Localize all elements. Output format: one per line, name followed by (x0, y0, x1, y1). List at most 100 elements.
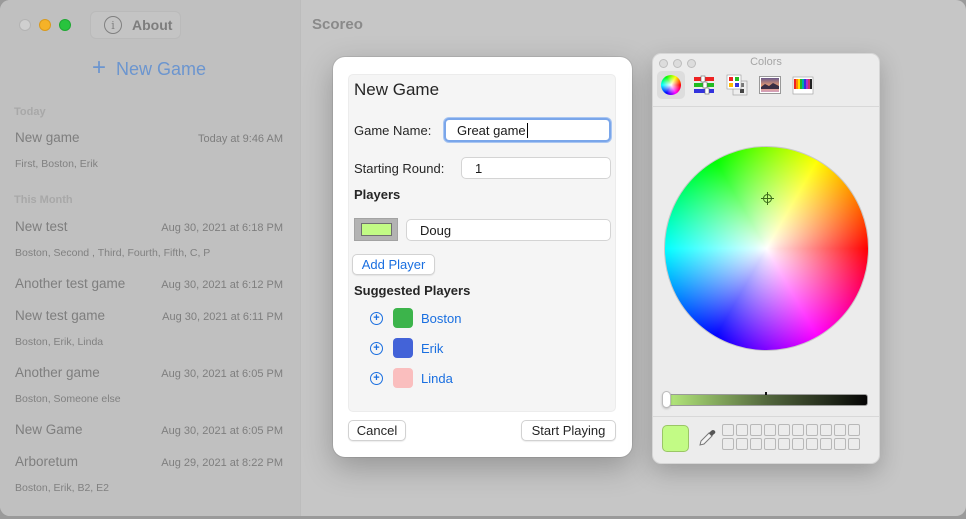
game-date: Aug 30, 2021 at 6:12 PM (161, 279, 283, 291)
starting-round-input[interactable]: 1 (461, 157, 611, 179)
divider (653, 416, 879, 417)
suggested-player-row[interactable]: + Erik (370, 338, 443, 358)
game-title: Arboretum (15, 454, 79, 469)
zoom-button[interactable] (59, 19, 71, 31)
eyedropper-icon[interactable] (697, 428, 717, 448)
color-wheel[interactable] (664, 146, 869, 351)
close-button[interactable] (19, 19, 31, 31)
minimize-button[interactable] (39, 19, 51, 31)
add-circle-icon[interactable]: + (370, 371, 383, 385)
suggested-player-row[interactable]: + Linda (370, 368, 453, 388)
game-title: Another test game (15, 276, 126, 291)
game-title: New game (15, 130, 80, 145)
crosshair-icon[interactable] (761, 192, 774, 205)
swatch-slot[interactable] (736, 424, 748, 436)
swatch-slot[interactable] (750, 438, 762, 450)
sidebar-divider (300, 0, 301, 516)
saved-swatches (722, 424, 860, 450)
game-list-item[interactable]: Another test game Aug 30, 2021 at 6:12 P… (15, 276, 283, 291)
starting-round-label: Starting Round: (354, 161, 445, 176)
game-date: Aug 30, 2021 at 6:05 PM (161, 368, 283, 380)
game-name-value: Great game (457, 122, 526, 138)
color-wheel-icon (661, 75, 681, 95)
game-date: Today at 9:46 AM (198, 133, 283, 145)
brightness-slider[interactable] (666, 394, 868, 406)
game-date: Aug 30, 2021 at 6:18 PM (161, 222, 283, 234)
game-name-input[interactable]: Great game (444, 118, 611, 142)
game-list-item[interactable]: New test Aug 30, 2021 at 6:18 PM Boston,… (15, 219, 283, 259)
app-title: Scoreo (312, 16, 363, 33)
player-color-swatch (360, 223, 392, 236)
game-title: New test game (15, 308, 106, 323)
game-players: First, Boston, Erik (15, 158, 98, 170)
start-playing-button[interactable]: Start Playing (521, 420, 616, 441)
pencils-tab[interactable] (789, 71, 817, 99)
swatch-slot[interactable] (736, 438, 748, 450)
divider (653, 106, 879, 107)
suggested-player-name[interactable]: Erik (421, 341, 443, 356)
new-game-sheet: New Game Game Name: Great game Starting … (333, 57, 632, 457)
pencils-icon (792, 76, 814, 95)
image-icon (759, 76, 781, 94)
swatch-slot[interactable] (722, 438, 734, 450)
add-circle-icon[interactable]: + (370, 341, 383, 355)
cancel-button[interactable]: Cancel (348, 420, 406, 441)
swatch-slot[interactable] (806, 438, 818, 450)
swatch-slot[interactable] (778, 438, 790, 450)
suggested-player-row[interactable]: + Boston (370, 308, 461, 328)
section-label-this-month: This Month (14, 194, 73, 206)
swatch-slot[interactable] (778, 424, 790, 436)
swatch-slot[interactable] (764, 438, 776, 450)
swatch-slot[interactable] (820, 424, 832, 436)
swatch-slot[interactable] (834, 424, 846, 436)
swatch-slot[interactable] (848, 424, 860, 436)
add-player-button[interactable]: Add Player (352, 254, 435, 275)
game-list-item[interactable]: New Game Aug 30, 2021 at 6:05 PM (15, 422, 283, 437)
swatch-slot[interactable] (834, 438, 846, 450)
game-list-item[interactable]: New test game Aug 30, 2021 at 6:11 PM Bo… (15, 308, 283, 348)
suggested-player-name[interactable]: Linda (421, 371, 453, 386)
about-label: About (132, 17, 173, 33)
suggested-player-name[interactable]: Boston (421, 311, 461, 326)
game-title: New Game (15, 422, 83, 437)
game-name-label: Game Name: (354, 123, 432, 138)
game-players: Boston, Erik, B2, E2 (15, 482, 109, 494)
swatch-slot[interactable] (806, 424, 818, 436)
suggested-players-heading: Suggested Players (354, 283, 471, 298)
swatch-slot[interactable] (792, 438, 804, 450)
plus-icon: + (92, 54, 107, 81)
player-name-value: Doug (420, 222, 452, 238)
add-circle-icon[interactable]: + (370, 311, 383, 325)
swatch-slot[interactable] (722, 424, 734, 436)
new-game-button[interactable]: + New Game (92, 54, 206, 81)
players-heading: Players (354, 187, 401, 202)
game-date: Aug 30, 2021 at 6:11 PM (162, 311, 283, 323)
game-date: Aug 29, 2021 at 8:22 PM (161, 457, 283, 469)
game-players: Boston, Someone else (15, 393, 121, 405)
palettes-icon (726, 74, 748, 96)
color-sliders-tab[interactable] (690, 71, 718, 99)
game-list-item[interactable]: Arboretum Aug 29, 2021 at 8:22 PM Boston… (15, 454, 283, 494)
player-color-swatch (393, 338, 413, 358)
slider-tick (765, 392, 767, 395)
color-palettes-tab[interactable] (723, 71, 751, 99)
about-button[interactable]: i About (90, 11, 181, 39)
game-list-item[interactable]: Another game Aug 30, 2021 at 6:05 PM Bos… (15, 365, 283, 405)
color-wheel-tab[interactable] (657, 71, 685, 99)
player-color-well[interactable] (354, 218, 398, 241)
swatch-slot[interactable] (848, 438, 860, 450)
panel-title: Colors (750, 56, 782, 68)
game-title: New test (15, 219, 68, 234)
brightness-slider-knob[interactable] (662, 391, 671, 408)
swatch-slot[interactable] (750, 424, 762, 436)
sheet-title: New Game (354, 80, 440, 99)
current-color-swatch[interactable] (662, 425, 689, 452)
swatch-slot[interactable] (820, 438, 832, 450)
swatch-slot[interactable] (792, 424, 804, 436)
player-name-input[interactable]: Doug (406, 219, 611, 241)
game-date: Aug 30, 2021 at 6:05 PM (161, 425, 283, 437)
image-palettes-tab[interactable] (756, 71, 784, 99)
colors-panel: Colors (652, 53, 880, 464)
swatch-slot[interactable] (764, 424, 776, 436)
game-list-item[interactable]: New game Today at 9:46 AM First, Boston,… (15, 130, 283, 170)
